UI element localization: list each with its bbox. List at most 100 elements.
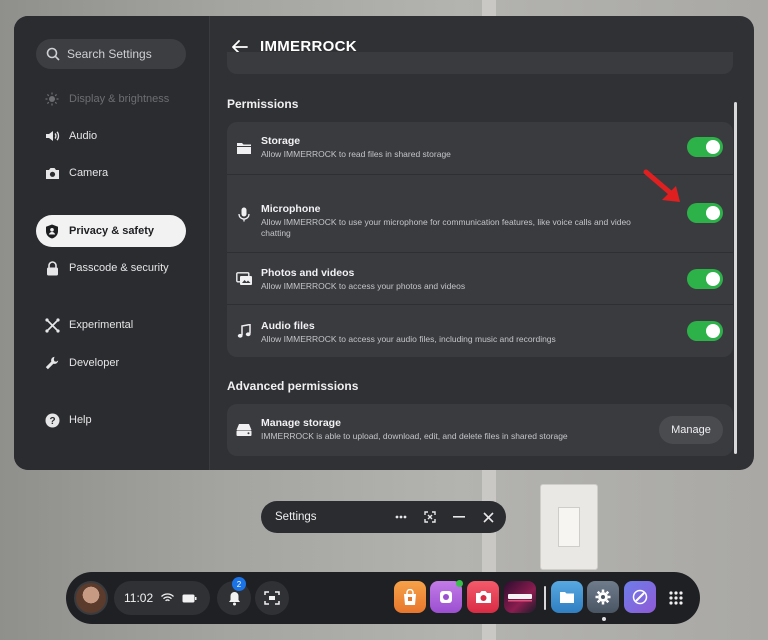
more-options-icon[interactable]	[393, 509, 409, 525]
window-title: Settings	[275, 511, 317, 523]
window-controls	[393, 501, 496, 533]
advanced-section-title: Advanced permissions	[227, 379, 359, 393]
permission-desc: Allow IMMERROCK to use your microphone f…	[261, 217, 631, 239]
drive-icon	[235, 421, 253, 439]
browser-app-icon[interactable]	[624, 581, 656, 613]
svg-text:?: ?	[49, 416, 55, 427]
sidebar-item-label: Help	[69, 414, 92, 426]
background-wall-switch	[540, 484, 598, 570]
sidebar-item-label: Audio	[69, 130, 98, 142]
photos-icon	[235, 270, 253, 288]
minimize-icon[interactable]	[451, 509, 467, 525]
permission-text: Microphone Allow IMMERROCK to use your m…	[261, 203, 651, 240]
lock-icon	[44, 260, 60, 276]
permission-title: Microphone	[261, 203, 321, 215]
files-app-icon[interactable]	[551, 581, 583, 613]
permission-desc: Allow IMMERROCK to read files in shared …	[261, 149, 451, 159]
photos-toggle[interactable]	[687, 269, 723, 289]
search-placeholder: Search Settings	[67, 47, 152, 61]
sun-icon	[44, 91, 60, 107]
camera-icon	[44, 165, 60, 181]
permission-text: Photos and videos Allow IMMERROCK to acc…	[261, 267, 651, 292]
manage-button[interactable]: Manage	[659, 416, 723, 444]
sidebar-item-camera[interactable]: Camera	[36, 157, 186, 189]
permission-title: Manage storage	[261, 417, 341, 429]
folder-icon	[235, 139, 253, 157]
music-note-icon	[235, 322, 253, 340]
microphone-icon	[235, 205, 253, 223]
toggle-knob	[706, 206, 720, 220]
toggle-knob	[706, 272, 720, 286]
sidebar-item-label: Developer	[69, 357, 120, 369]
wrench-icon	[44, 355, 60, 371]
scrollbar[interactable]	[734, 102, 737, 454]
settings-app-icon[interactable]	[587, 581, 619, 613]
microphone-toggle[interactable]	[687, 203, 723, 223]
sidebar-item-help[interactable]: ? Help	[36, 404, 186, 436]
permissions-card: Storage Allow IMMERROCK to read files in…	[227, 122, 733, 357]
annotation-arrow-icon	[643, 169, 680, 202]
taskbar: 11:02 2	[66, 572, 700, 624]
avatar[interactable]	[74, 581, 108, 615]
permission-text: Audio files Allow IMMERROCK to access yo…	[261, 320, 651, 345]
app-active-indicator	[456, 580, 463, 587]
help-icon: ?	[44, 412, 60, 428]
sidebar-item-privacy[interactable]: Privacy & safety	[36, 215, 186, 247]
permission-row-photos[interactable]: Photos and videos Allow IMMERROCK to acc…	[227, 252, 733, 304]
permission-row-audio-files[interactable]: Audio files Allow IMMERROCK to access yo…	[227, 304, 733, 357]
permission-desc: Allow IMMERROCK to access your photos an…	[261, 281, 466, 291]
camera-app-icon[interactable]	[467, 581, 499, 613]
immerrock-app-icon[interactable]	[504, 581, 536, 613]
app-library-button[interactable]	[661, 583, 691, 613]
capture-button[interactable]	[255, 581, 289, 615]
sidebar-item-passcode[interactable]: Passcode & security	[36, 252, 186, 284]
permission-title: Photos and videos	[261, 267, 355, 279]
toggle-knob	[706, 324, 720, 338]
close-icon[interactable]	[480, 509, 496, 525]
background-switch-rocker	[558, 507, 580, 547]
audio-files-toggle[interactable]	[687, 321, 723, 341]
sidebar-item-label: Camera	[69, 167, 109, 179]
resize-icon[interactable]	[422, 509, 438, 525]
clock-time: 11:02	[124, 591, 154, 605]
storage-toggle[interactable]	[687, 137, 723, 157]
sidebar-item-developer[interactable]: Developer	[36, 347, 186, 379]
sidebar-item-audio[interactable]: Audio	[36, 120, 186, 152]
permission-text: Manage storage IMMERROCK is able to uplo…	[261, 417, 651, 442]
search-icon	[46, 47, 60, 61]
permission-text: Storage Allow IMMERROCK to read files in…	[261, 135, 651, 160]
sidebar-item-experimental[interactable]: Experimental	[36, 309, 186, 341]
window-title-bar[interactable]: Settings	[261, 501, 506, 533]
experimental-icon	[44, 317, 60, 333]
battery-icon	[182, 594, 197, 602]
permissions-section-title: Permissions	[227, 97, 299, 111]
sidebar-item-display[interactable]: Display & brightness	[36, 83, 186, 115]
speaker-icon	[44, 128, 60, 144]
shield-icon	[44, 223, 60, 239]
sidebar-item-label: Experimental	[69, 319, 134, 331]
permission-desc: Allow IMMERROCK to access your audio fil…	[261, 334, 556, 344]
search-input[interactable]: Search Settings	[36, 39, 186, 69]
notification-badge: 2	[232, 577, 246, 591]
permission-title: Storage	[261, 135, 301, 147]
wifi-icon	[161, 593, 175, 602]
main-content: IMMERROCK Permissions Storage Allow IMME…	[210, 16, 754, 470]
previous-card-edge	[227, 52, 733, 74]
sidebar-item-label: Passcode & security	[69, 262, 169, 274]
capture-icon	[264, 591, 280, 605]
status-pill[interactable]: 11:02	[114, 581, 210, 615]
store-app-icon[interactable]	[394, 581, 426, 613]
permission-title: Audio files	[261, 320, 315, 332]
dock-divider	[544, 586, 546, 610]
running-app-indicator	[602, 617, 606, 621]
sidebar: Search Settings Display & brightness Aud…	[14, 16, 210, 470]
toggle-knob	[706, 140, 720, 154]
bell-icon	[228, 591, 240, 605]
permission-desc: IMMERROCK is able to upload, download, e…	[261, 431, 568, 441]
sidebar-item-label: Display & brightness	[69, 93, 170, 105]
grid-icon	[669, 591, 683, 605]
settings-window: Search Settings Display & brightness Aud…	[14, 16, 754, 470]
permission-row-manage-storage: Manage storage IMMERROCK is able to uplo…	[227, 404, 733, 456]
advanced-permissions-card: Manage storage IMMERROCK is able to uplo…	[227, 404, 733, 456]
sidebar-item-label: Privacy & safety	[69, 225, 154, 237]
